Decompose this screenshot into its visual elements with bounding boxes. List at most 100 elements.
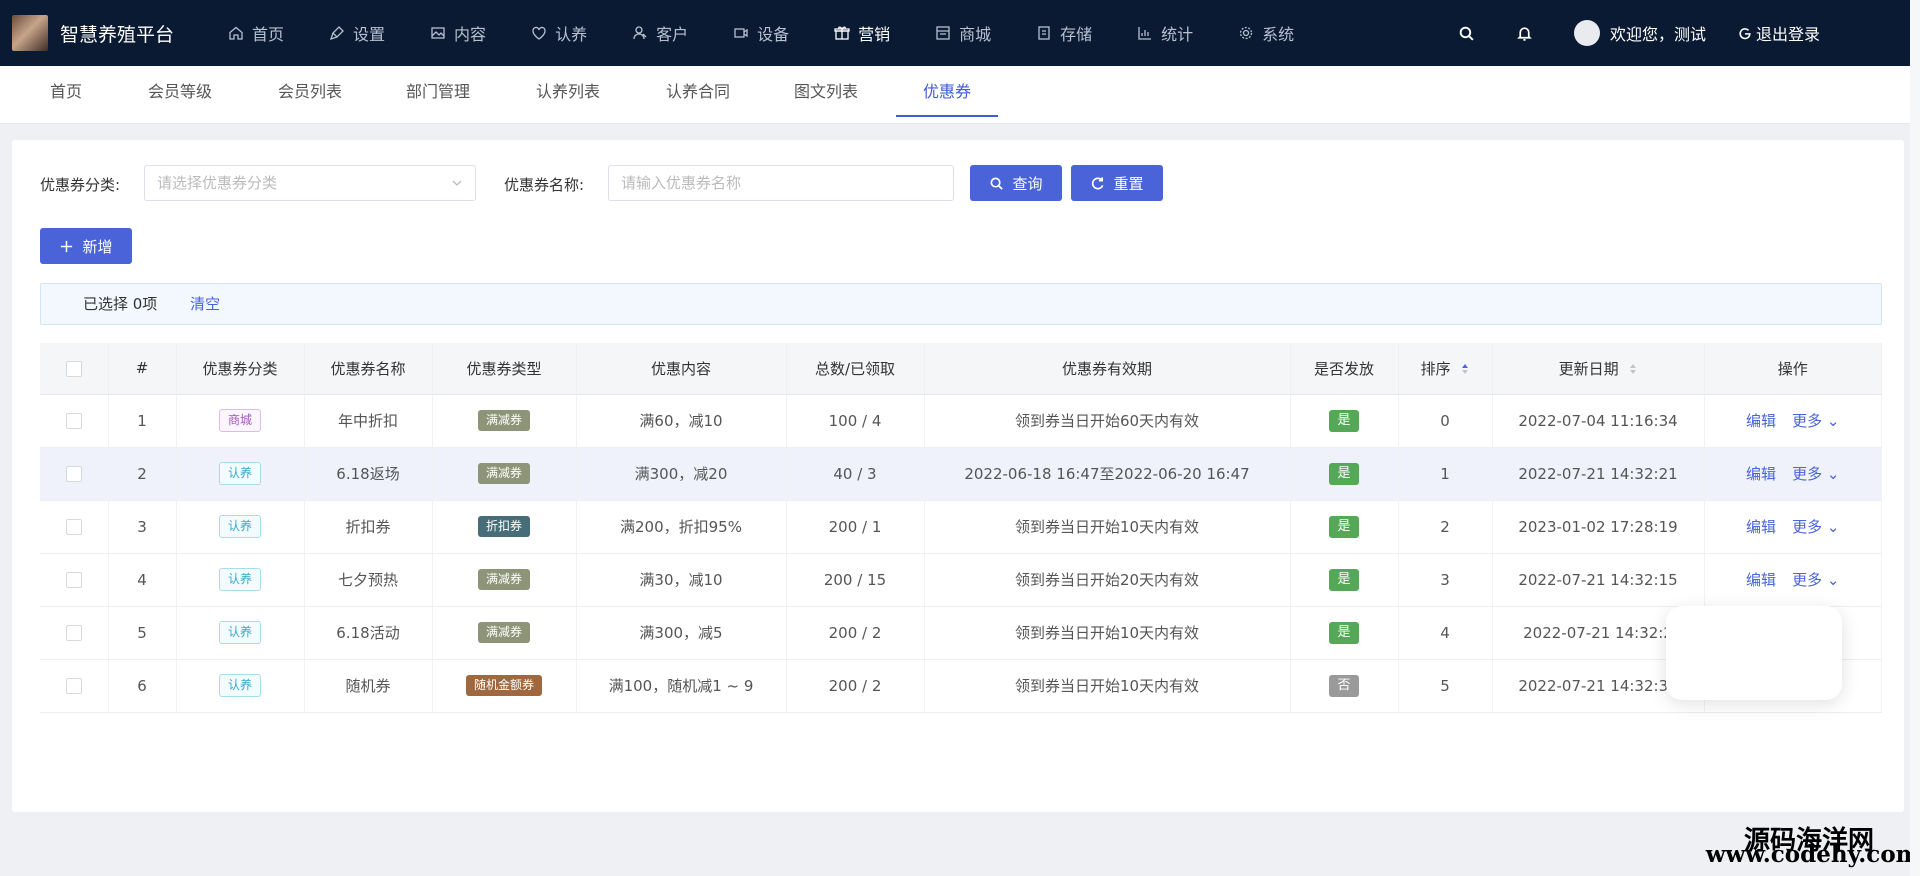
nav-item-storage[interactable]: 存储 (1016, 0, 1112, 66)
nav-item-home[interactable]: 首页 (208, 0, 304, 66)
add-button[interactable]: 新增 (40, 228, 132, 264)
user-area: 欢迎您，测试 退出登录 (1458, 0, 1910, 66)
issued-badge: 是 (1329, 568, 1359, 591)
table-row[interactable]: 2 认养 6.18返场 满减券 满300，减20 40 / 3 2022-06-… (40, 447, 1882, 501)
col-sort[interactable]: 排序 (1398, 343, 1493, 395)
coupon-count: 200 / 2 (786, 606, 925, 660)
search-button[interactable]: 查询 (970, 165, 1062, 201)
gear-icon (1240, 26, 1253, 40)
plus-icon (61, 240, 73, 252)
nav-item-customer[interactable]: 客户 (612, 0, 708, 66)
row-checkbox[interactable] (65, 625, 82, 641)
col-index: # (108, 343, 177, 395)
nav-item-content[interactable]: 内容 (410, 0, 506, 66)
row-index: 4 (108, 553, 177, 607)
category-select[interactable]: 请选择优惠券分类 (144, 165, 476, 201)
table-row[interactable]: 5 认养 6.18活动 满减券 满300，减5 200 / 2 领到券当日开始1… (40, 606, 1882, 660)
logout-button[interactable]: 退出登录 (1738, 21, 1820, 45)
main-nav: 首页 设置 内容 认养 客户 设备 营销 商城 存储 统计 系统 (208, 0, 1319, 66)
category-tag: 认养 (218, 515, 261, 538)
bell-icon[interactable] (1516, 24, 1534, 42)
more-dropdown[interactable]: 更多 ⌄ (1792, 518, 1839, 536)
coupon-content: 满100，随机减1 ~ 9 (576, 659, 787, 713)
coupon-name: 随机券 (304, 659, 433, 713)
edit-link[interactable]: 编辑 (1746, 518, 1776, 536)
coupon-table: # 优惠券分类 优惠券名称 优惠券类型 优惠内容 总数/已领取 优惠券有效期 是… (40, 343, 1882, 713)
table-row[interactable]: 6 认养 随机券 随机金额券 满100，随机减1 ~ 9 200 / 2 领到券… (40, 659, 1882, 713)
row-checkbox[interactable] (65, 413, 82, 429)
coupon-content: 满60，减10 (576, 394, 787, 448)
nav-item-device[interactable]: 设备 (713, 0, 809, 66)
row-index: 1 (108, 394, 177, 448)
tab-department[interactable]: 部门管理 (404, 66, 472, 124)
issued-badge: 是 (1329, 621, 1359, 644)
edit-link[interactable]: 编辑 (1746, 412, 1776, 430)
type-tag: 折扣券 (477, 516, 530, 537)
reset-button[interactable]: 重置 (1071, 165, 1163, 201)
chevron-down-icon: ⌄ (1826, 465, 1840, 483)
nav-item-system[interactable]: 系统 (1218, 0, 1314, 66)
coupon-validity: 领到券当日开始10天内有效 (924, 500, 1291, 554)
refresh-icon (1092, 176, 1104, 189)
more-dropdown[interactable]: 更多 ⌄ (1792, 412, 1839, 430)
nav-item-mall[interactable]: 商城 (915, 0, 1011, 66)
more-dropdown[interactable]: 更多 ⌄ (1792, 571, 1839, 589)
avatar[interactable] (1573, 20, 1600, 46)
floating-widget[interactable] (1666, 606, 1842, 700)
col-issued: 是否发放 (1290, 343, 1399, 395)
coupon-validity: 领到券当日开始60天内有效 (924, 394, 1291, 448)
update-date: 2022-07-04 11:16:34 (1492, 394, 1705, 448)
tab-adopt-contract[interactable]: 认养合同 (664, 66, 732, 124)
coupon-sort: 1 (1398, 447, 1493, 501)
category-tag: 认养 (218, 674, 261, 697)
table-row[interactable]: 3 认养 折扣券 折扣券 满200，折扣95% 200 / 1 领到券当日开始1… (40, 500, 1882, 554)
row-checkbox[interactable] (65, 572, 82, 588)
watermark-url: www.codehy.com (1705, 841, 1920, 868)
name-input[interactable] (608, 165, 954, 201)
category-tag: 认养 (218, 462, 261, 485)
tab-adopt-list[interactable]: 认养列表 (534, 66, 602, 124)
scrollbar[interactable] (1910, 0, 1920, 876)
selection-count: 已选择 0项 (83, 295, 158, 313)
tab-member-level[interactable]: 会员等级 (146, 66, 214, 124)
issued-badge: 是 (1329, 409, 1359, 432)
coupon-count: 100 / 4 (786, 394, 925, 448)
nav-item-settings[interactable]: 设置 (309, 0, 405, 66)
coupon-count: 200 / 15 (786, 553, 925, 607)
row-checkbox[interactable] (65, 466, 82, 482)
coupon-name: 6.18返场 (304, 447, 433, 501)
more-dropdown[interactable]: 更多 ⌄ (1792, 465, 1839, 483)
issued-badge: 是 (1329, 462, 1359, 485)
table-row[interactable]: 4 认养 七夕预热 满减券 满30，减10 200 / 15 领到券当日开始20… (40, 553, 1882, 607)
issued-badge: 是 (1329, 515, 1359, 538)
col-category: 优惠券分类 (176, 343, 305, 395)
tab-home[interactable]: 首页 (44, 66, 88, 124)
col-update-date[interactable]: 更新日期 (1492, 343, 1705, 395)
nav-item-marketing[interactable]: 营销 (814, 0, 910, 66)
table-row[interactable]: 1 商城 年中折扣 满减券 满60，减10 100 / 4 领到券当日开始60天… (40, 394, 1882, 448)
home-icon (229, 26, 243, 40)
page-tabs: 首页 会员等级 会员列表 部门管理 认养列表 认养合同 图文列表 优惠券 (0, 66, 1910, 124)
search-icon[interactable] (1458, 24, 1476, 42)
category-tag: 认养 (218, 568, 261, 591)
coupon-validity: 领到券当日开始10天内有效 (924, 606, 1291, 660)
clear-selection-link[interactable]: 清空 (190, 295, 220, 313)
col-type: 优惠券类型 (432, 343, 577, 395)
row-checkbox[interactable] (65, 519, 82, 535)
select-all-checkbox[interactable] (65, 360, 82, 377)
coupon-panel: 优惠券分类: 请选择优惠券分类 优惠券名称: 查询 重置 新增 已选择 0项 清… (12, 140, 1904, 812)
edit-link[interactable]: 编辑 (1746, 465, 1776, 483)
tab-coupon[interactable]: 优惠券 (896, 66, 998, 117)
sort-icon (1630, 364, 1637, 375)
row-checkbox[interactable] (65, 678, 82, 694)
col-count: 总数/已领取 (786, 343, 925, 395)
tab-member-list[interactable]: 会员列表 (276, 66, 344, 124)
coupon-sort: 3 (1398, 553, 1493, 607)
search-icon (990, 177, 1004, 190)
nav-item-adopt[interactable]: 认养 (511, 0, 607, 66)
nav-item-stats[interactable]: 统计 (1117, 0, 1213, 66)
edit-link[interactable]: 编辑 (1746, 571, 1776, 589)
sort-icon (1462, 364, 1469, 375)
row-index: 3 (108, 500, 177, 554)
tab-article-list[interactable]: 图文列表 (792, 66, 860, 124)
